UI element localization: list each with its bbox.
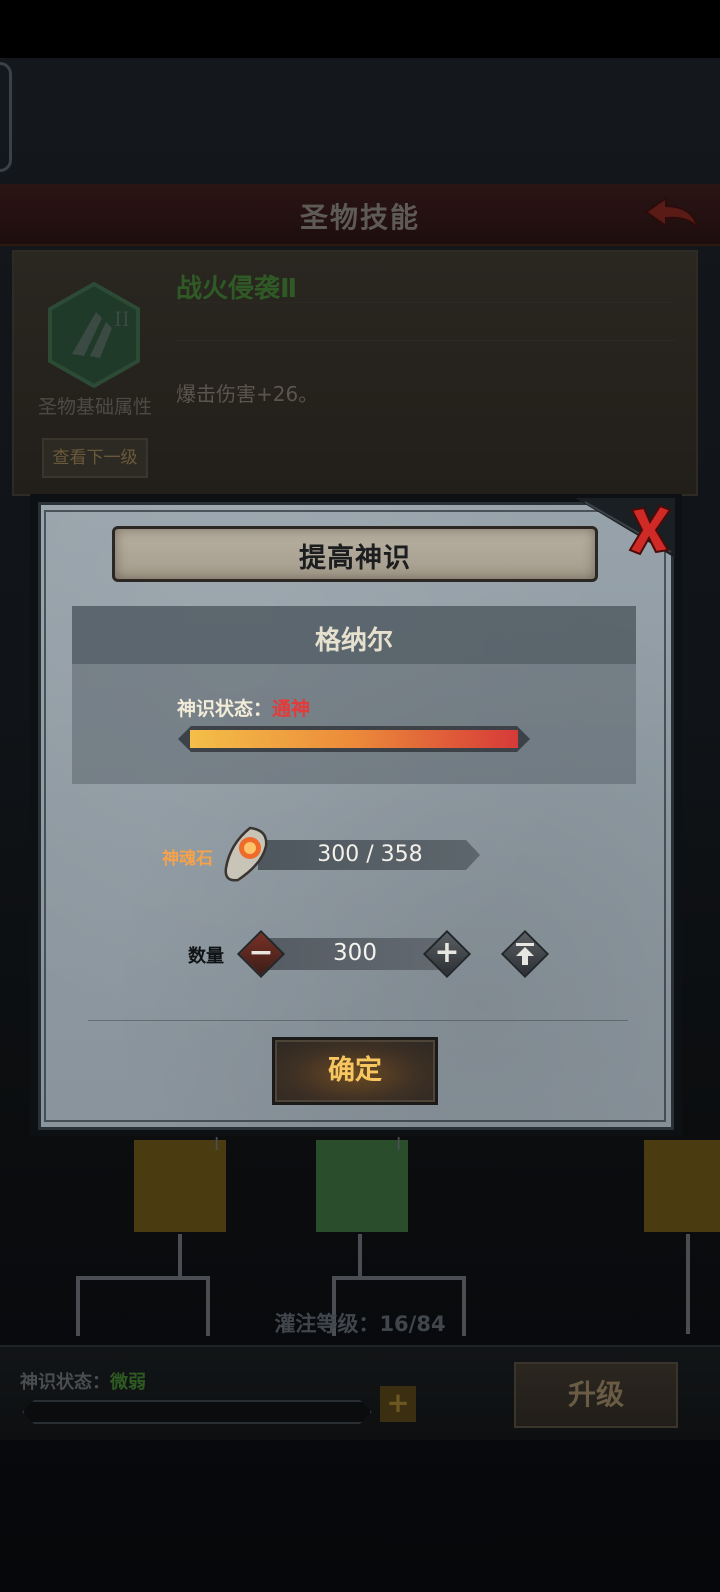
node-badge: I (214, 1134, 220, 1155)
status-row: 神识状态：微弱 (20, 1368, 146, 1394)
confirm-button[interactable]: 确定 (272, 1037, 438, 1105)
skill-icon: II (48, 282, 140, 388)
next-level-button[interactable]: 查看下一级 (42, 438, 148, 478)
divider (176, 302, 676, 303)
dialog-body (38, 502, 674, 1130)
max-arrow-icon (516, 943, 534, 965)
divider (176, 340, 676, 341)
status-progress-bar (22, 1400, 372, 1424)
skill-node[interactable] (316, 1140, 408, 1232)
state-label: 神识状态： (177, 698, 273, 720)
upgrade-button[interactable]: 升级 (514, 1362, 678, 1428)
skill-caption: 圣物基础属性 (38, 396, 153, 418)
skill-node[interactable] (134, 1140, 226, 1232)
status-value: 微弱 (110, 1372, 146, 1393)
soul-stone-icon (224, 826, 268, 882)
skill-node[interactable] (644, 1140, 720, 1232)
tree-line (332, 1276, 466, 1280)
stone-label: 神魂石 (162, 849, 213, 869)
tree-line (178, 1234, 182, 1278)
infusion-level-value: 16/84 (379, 1312, 446, 1336)
target-name: 格纳尔 (314, 626, 393, 656)
side-frame (0, 62, 12, 172)
dialog-title: 提高神识 (299, 543, 411, 574)
close-x-icon[interactable] (624, 502, 674, 556)
tree-line (358, 1234, 362, 1278)
divider (88, 1020, 628, 1021)
state-value: 通神 (272, 698, 311, 720)
infusion-level: 灌注等级：16/84 (0, 1308, 720, 1338)
state-row: 神识状态：通神 (177, 694, 310, 721)
increase-button[interactable]: + (422, 929, 472, 979)
status-label: 神识状态： (20, 1372, 110, 1393)
plus-icon: + (434, 935, 460, 970)
status-bar (0, 0, 720, 58)
tree-line (76, 1276, 210, 1280)
max-button[interactable] (500, 929, 550, 979)
quantity-label: 数量 (188, 946, 224, 967)
add-button[interactable]: + (380, 1386, 416, 1422)
screen-title: 圣物技能 (299, 201, 420, 234)
back-arrow-icon[interactable] (642, 194, 702, 234)
skill-icon-badge: II (114, 307, 130, 331)
skill-name: 战火侵袭Ⅱ (176, 274, 298, 304)
infusion-level-label: 灌注等级： (274, 1312, 380, 1336)
node-badge: I (396, 1134, 402, 1155)
stone-count: 300 / 358 (317, 842, 423, 867)
minus-icon: − (248, 935, 274, 970)
skill-description: 爆击伤害+26。 (176, 382, 319, 406)
quantity-value: 300 (333, 940, 377, 966)
state-progress-fill (190, 730, 518, 748)
decrease-button[interactable]: − (236, 929, 286, 979)
